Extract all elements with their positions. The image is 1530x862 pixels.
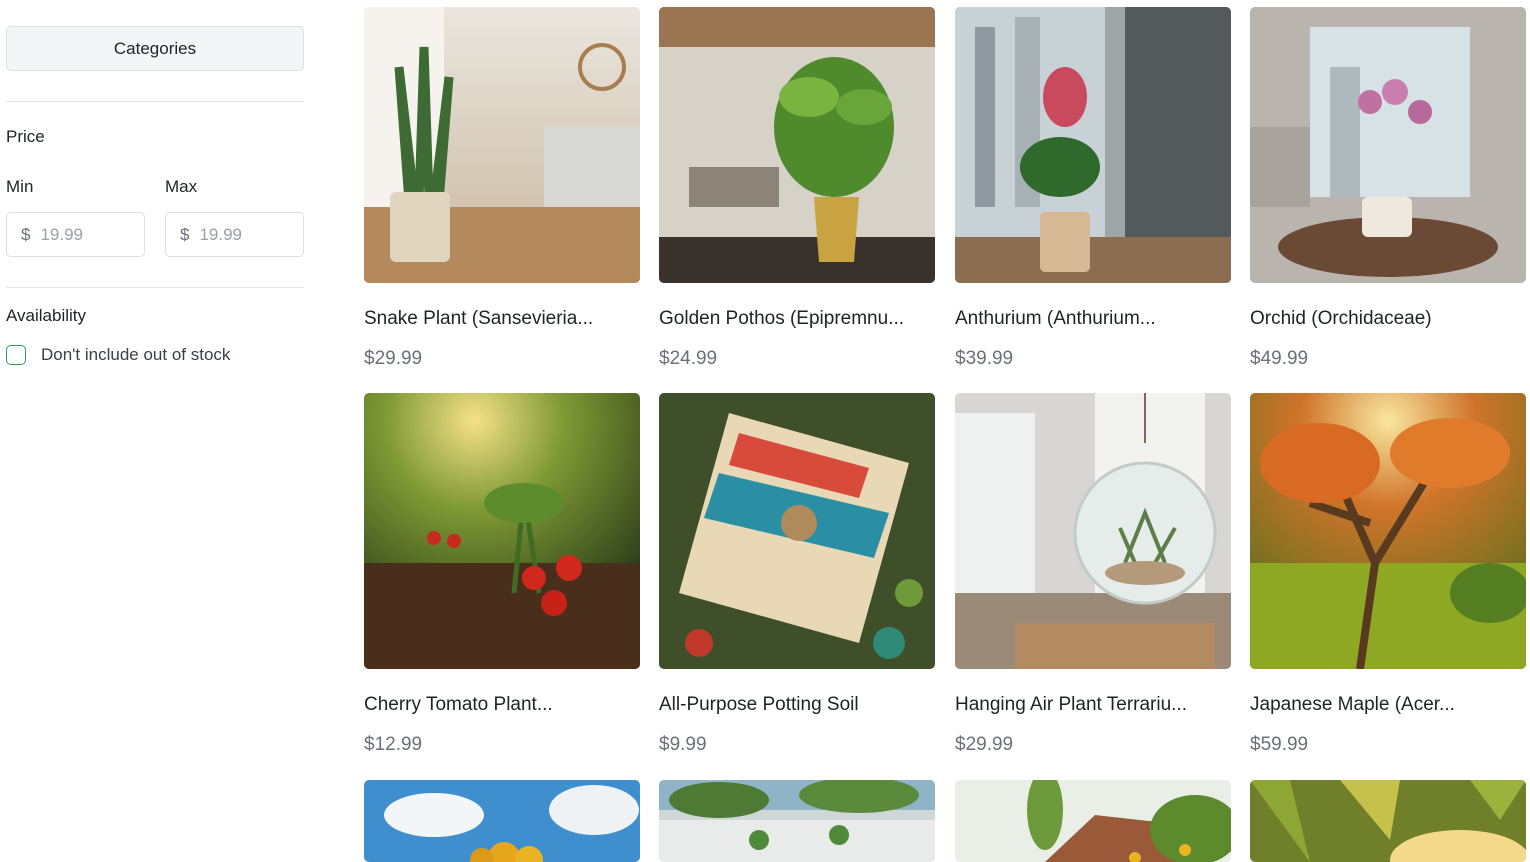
product-price: $12.99 [364,734,423,755]
product-card-japanese-maple[interactable]: Japanese Maple (Acer... $59.99 [1250,393,1526,757]
product-name[interactable]: Snake Plant (Sansevieria... [364,307,640,331]
out-of-stock-filter[interactable]: Don't include out of stock [6,345,230,365]
product-name[interactable]: Cherry Tomato Plant... [364,693,640,717]
product-price: $24.99 [659,348,718,369]
product-image[interactable] [364,780,640,862]
product-image[interactable] [659,780,935,862]
categories-button[interactable]: Categories [6,26,304,71]
max-price-label: Max [165,177,198,196]
min-price-input[interactable]: $ 19.99 [6,212,145,257]
product-listing-page: Categories Price Min Max $ 19.99 $ 19.99… [0,0,1530,862]
divider [6,101,304,102]
product-name[interactable]: Golden Pothos (Epipremnu... [659,307,935,331]
product-image[interactable] [955,7,1231,283]
product-image[interactable] [364,7,640,283]
citrus-tree-image [955,780,1231,862]
banana-plant-image [1250,780,1526,862]
product-card-anthurium[interactable]: Anthurium (Anthurium... $39.99 [955,7,1231,371]
product-card[interactable] [364,780,640,862]
product-name[interactable]: Anthurium (Anthurium... [955,307,1231,331]
golden-pothos-image [659,7,935,283]
product-card[interactable] [1250,780,1526,862]
product-price: $39.99 [955,348,1014,369]
product-card-orchid[interactable]: Orchid (Orchidaceae) $49.99 [1250,7,1526,371]
product-price: $59.99 [1250,734,1309,755]
availability-section-title: Availability [6,306,87,325]
product-card[interactable] [955,780,1231,862]
product-price: $9.99 [659,734,707,755]
currency-symbol: $ [180,224,190,244]
japanese-maple-image [1250,393,1526,669]
product-price: $49.99 [1250,348,1309,369]
product-card[interactable] [659,780,935,862]
product-image[interactable] [955,780,1231,862]
product-image[interactable] [1250,7,1526,283]
max-price-input[interactable]: $ 19.99 [165,212,304,257]
product-price: $29.99 [955,734,1014,755]
sunflower-field-image [364,780,640,862]
out-of-stock-label: Don't include out of stock [41,345,231,364]
air-plant-terrarium-image [955,393,1231,669]
min-price-placeholder: 19.99 [40,224,84,244]
product-card-snake-plant[interactable]: Snake Plant (Sansevieria... $29.99 [364,7,640,371]
product-image[interactable] [364,393,640,669]
garden-fence-image [659,780,935,862]
product-image[interactable] [1250,780,1526,862]
product-name[interactable]: Hanging Air Plant Terrariu... [955,693,1231,717]
cherry-tomato-image [364,393,640,669]
product-name[interactable]: Japanese Maple (Acer... [1250,693,1526,717]
product-price: $29.99 [364,348,423,369]
product-image[interactable] [1250,393,1526,669]
currency-symbol: $ [21,224,31,244]
potting-soil-bag-image [659,393,935,669]
min-price-label: Min [6,177,34,196]
product-name[interactable]: Orchid (Orchidaceae) [1250,307,1526,331]
product-image[interactable] [659,393,935,669]
orchid-image [1250,7,1526,283]
product-card-cherry-tomato[interactable]: Cherry Tomato Plant... $12.99 [364,393,640,757]
snake-plant-image [364,7,640,283]
out-of-stock-checkbox[interactable] [6,345,26,365]
price-section-title: Price [6,127,45,146]
product-name[interactable]: All-Purpose Potting Soil [659,693,935,717]
anthurium-image [955,7,1231,283]
product-card-golden-pothos[interactable]: Golden Pothos (Epipremnu... $24.99 [659,7,935,371]
max-price-placeholder: 19.99 [199,224,243,244]
product-card-potting-soil[interactable]: All-Purpose Potting Soil $9.99 [659,393,935,757]
product-card-air-plant-terrarium[interactable]: Hanging Air Plant Terrariu... $29.99 [955,393,1231,757]
product-image[interactable] [955,393,1231,669]
divider [6,287,304,288]
product-image[interactable] [659,7,935,283]
